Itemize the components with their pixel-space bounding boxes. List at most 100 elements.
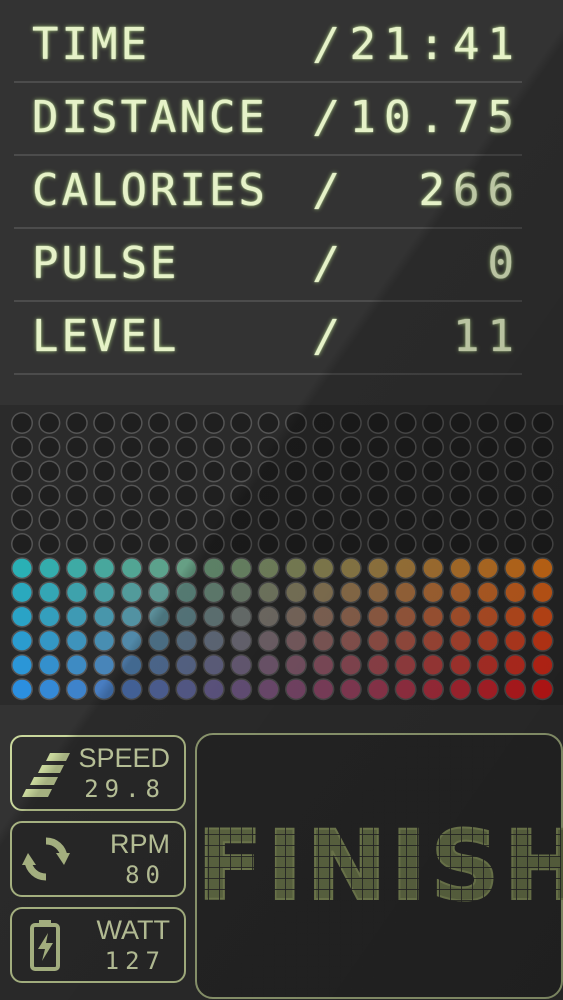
meter-dot-lit	[39, 655, 59, 675]
meter-dot-lit	[149, 655, 169, 675]
speed-value: 29.8	[84, 775, 166, 803]
meter-dot	[505, 534, 525, 554]
meter-dot-lit	[67, 655, 87, 675]
meter-dot-lit	[368, 631, 388, 651]
meter-dot	[67, 413, 87, 433]
watt-value: 127	[104, 947, 166, 975]
meter-dot	[368, 437, 388, 457]
watt-label: WATT	[96, 915, 170, 945]
meter-dot-lit	[204, 582, 224, 602]
meter-dot-lit	[533, 558, 553, 578]
meter-dot	[149, 486, 169, 506]
meter-dot-lit	[368, 679, 388, 699]
meter-dot	[505, 437, 525, 457]
meter-dot-lit	[231, 655, 251, 675]
meter-dot-lit	[176, 655, 196, 675]
meter-dot-lit	[12, 607, 32, 627]
meter-dot	[396, 534, 416, 554]
meter-dot-lit	[204, 655, 224, 675]
meter-dot	[149, 534, 169, 554]
meter-dot-lit	[122, 655, 142, 675]
meter-dot	[259, 534, 279, 554]
meter-dot	[368, 534, 388, 554]
meter-dot-lit	[231, 631, 251, 651]
meter-dot	[176, 437, 196, 457]
meter-dot	[12, 534, 32, 554]
meter-dot	[313, 413, 333, 433]
meter-dot	[286, 461, 306, 481]
meter-dot-lit	[12, 582, 32, 602]
meter-dot-lit	[533, 655, 553, 675]
rpm-value: 80	[125, 861, 166, 889]
meter-dot	[149, 461, 169, 481]
meter-dot	[12, 461, 32, 481]
meter-dot	[67, 534, 87, 554]
refresh-icon	[22, 837, 70, 881]
meter-dot-lit	[39, 558, 59, 578]
speed-label: SPEED	[78, 743, 170, 773]
meter-dot-lit	[286, 655, 306, 675]
stat-separator: /	[314, 19, 344, 70]
meter-dot	[231, 510, 251, 530]
meter-dot	[122, 534, 142, 554]
meter-dot-lit	[149, 679, 169, 699]
meter-dot	[341, 510, 361, 530]
meter-dot	[39, 534, 59, 554]
meter-dot	[533, 461, 553, 481]
meter-dot-lit	[450, 607, 470, 627]
speed-icon	[22, 753, 70, 797]
meter-dot	[176, 534, 196, 554]
meter-dot	[505, 510, 525, 530]
rpm-card: RPM 80	[10, 821, 186, 897]
meter-dot	[505, 413, 525, 433]
meter-dot	[204, 510, 224, 530]
meter-dot	[122, 461, 142, 481]
meter-dot-lit	[478, 679, 498, 699]
meter-dot-lit	[505, 607, 525, 627]
meter-dot-lit	[67, 631, 87, 651]
meter-dot-lit	[505, 558, 525, 578]
meter-dot	[204, 413, 224, 433]
meter-dot	[313, 437, 333, 457]
watt-card: WATT 127	[10, 907, 186, 983]
meter-dot-lit	[368, 607, 388, 627]
meter-dot	[231, 486, 251, 506]
meter-dot	[176, 461, 196, 481]
meter-dot	[204, 486, 224, 506]
meter-dot-lit	[313, 582, 333, 602]
meter-dot	[94, 486, 114, 506]
meter-dot-lit	[231, 679, 251, 699]
meter-dot	[39, 486, 59, 506]
meter-dot	[478, 486, 498, 506]
meter-dot-lit	[286, 558, 306, 578]
meter-dot	[231, 413, 251, 433]
meter-dot-lit	[286, 631, 306, 651]
meter-dot-lit	[533, 631, 553, 651]
stat-row-level: LEVEL / 11	[14, 302, 522, 375]
meter-dot-lit	[423, 582, 443, 602]
meter-dot-lit	[259, 558, 279, 578]
meter-dot-lit	[450, 582, 470, 602]
stat-row-distance: DISTANCE / 10.75	[14, 83, 522, 156]
meter-dot-lit	[149, 631, 169, 651]
meter-dot-lit	[231, 582, 251, 602]
meter-dot	[478, 510, 498, 530]
meter-dot-lit	[478, 607, 498, 627]
level-meter-grid	[11, 412, 554, 701]
meter-dot	[39, 510, 59, 530]
meter-dot-lit	[313, 679, 333, 699]
level-meter	[0, 405, 563, 705]
meter-dot	[505, 486, 525, 506]
meter-dot	[533, 534, 553, 554]
finish-button[interactable]: FINISH	[195, 733, 563, 999]
meter-dot-lit	[67, 679, 87, 699]
meter-dot-lit	[286, 607, 306, 627]
meter-dot	[533, 437, 553, 457]
meter-dot	[478, 437, 498, 457]
meter-dot-lit	[259, 582, 279, 602]
meter-dot-lit	[204, 558, 224, 578]
rpm-label: RPM	[110, 829, 170, 859]
meter-dot-lit	[423, 655, 443, 675]
stat-value: 21:41	[349, 19, 522, 70]
meter-dot-lit	[204, 631, 224, 651]
